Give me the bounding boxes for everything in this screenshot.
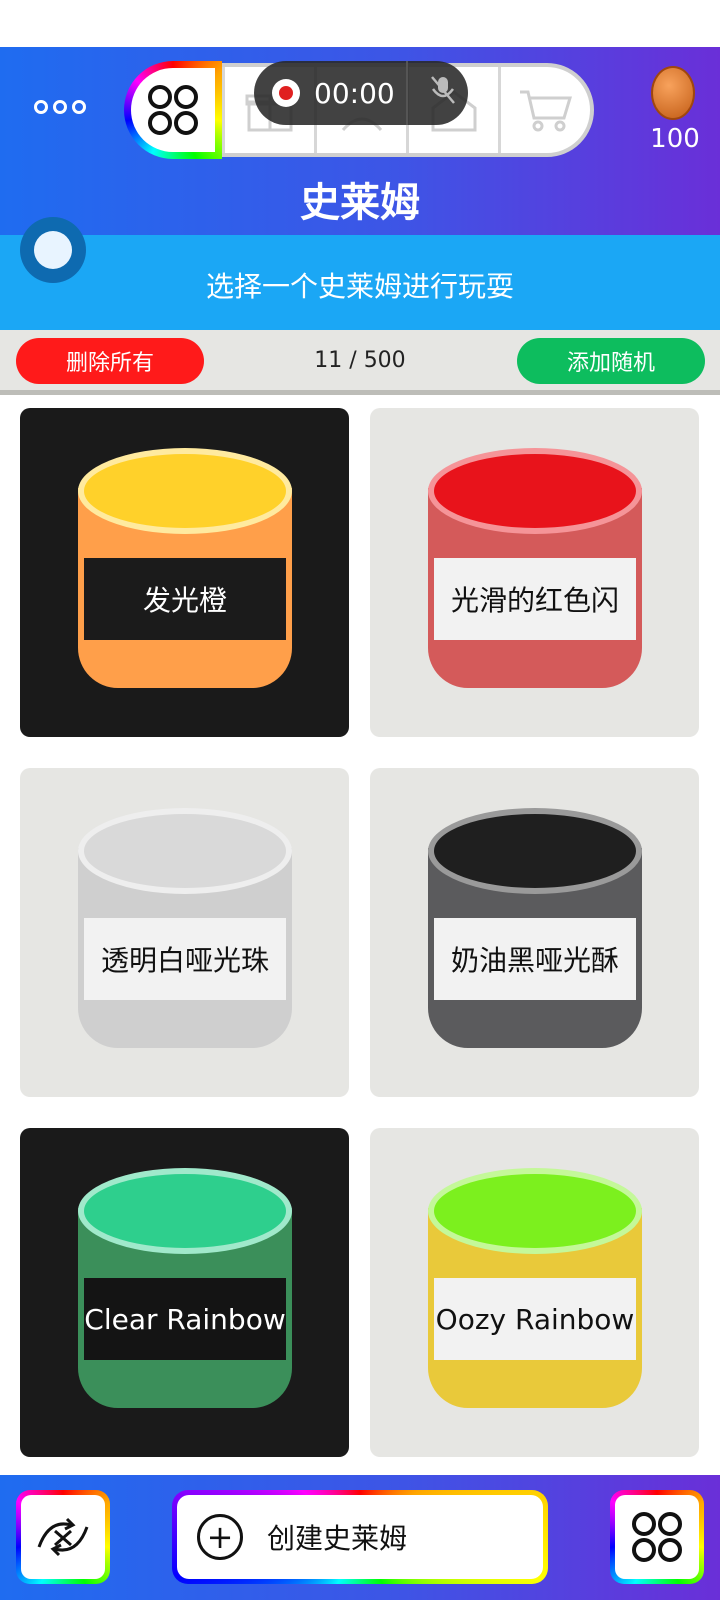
delete-all-button[interactable]: 删除所有 (16, 338, 204, 384)
slime-label: 发光橙 (84, 558, 286, 640)
page-title: 史莱姆 (300, 180, 420, 226)
slime-card[interactable]: 光滑的红色闪 (370, 408, 699, 737)
slime-jar: 发光橙 (78, 448, 292, 698)
shuffle-icon (37, 1517, 89, 1557)
coin-count: 100 (650, 124, 700, 154)
add-random-button[interactable]: 添加随机 (517, 338, 705, 384)
cart-icon (519, 90, 572, 132)
record-icon[interactable] (272, 79, 300, 107)
floating-assist-button[interactable] (20, 217, 86, 283)
status-bar (0, 0, 720, 47)
grid-menu-button[interactable] (610, 1490, 704, 1584)
slime-card[interactable]: 发光橙 (20, 408, 349, 737)
slime-counter: 11 / 500 (314, 348, 406, 373)
jar-top (428, 808, 642, 894)
more-icon[interactable] (34, 100, 86, 114)
page-subtitle: 选择一个史莱姆进行玩耍 (205, 270, 514, 303)
jar-top (428, 1168, 642, 1254)
plus-icon: + (197, 1514, 243, 1560)
slime-label: 奶油黑哑光酥 (434, 918, 636, 1000)
tab-grid-active[interactable] (131, 68, 215, 152)
record-time: 00:00 (314, 76, 395, 110)
grid-icon (148, 85, 198, 135)
jar-top (78, 1168, 292, 1254)
create-slime-button[interactable]: + 创建史莱姆 (172, 1490, 548, 1584)
slime-label: 光滑的红色闪 (434, 558, 636, 640)
slime-card[interactable]: Oozy Rainbow (370, 1128, 699, 1457)
slime-card[interactable]: Clear Rainbow (20, 1128, 349, 1457)
screen-recorder[interactable]: 00:00 (254, 61, 468, 125)
mic-off-icon[interactable] (430, 75, 456, 111)
grid-icon (632, 1512, 682, 1562)
slime-jar: Clear Rainbow (78, 1168, 292, 1418)
slime-jar: 透明白哑光珠 (78, 808, 292, 1058)
jar-top (428, 448, 642, 534)
slime-jar: 奶油黑哑光酥 (428, 808, 642, 1058)
jar-top (78, 808, 292, 894)
randomize-button[interactable] (16, 1490, 110, 1584)
slime-jar: 光滑的红色闪 (428, 448, 642, 698)
slime-card[interactable]: 透明白哑光珠 (20, 768, 349, 1097)
slime-card[interactable]: 奶油黑哑光酥 (370, 768, 699, 1097)
tab-shop[interactable] (501, 67, 590, 153)
coin-icon (651, 66, 695, 120)
slime-label: Oozy Rainbow (434, 1278, 636, 1360)
slime-label: Clear Rainbow (84, 1278, 286, 1360)
slime-jar: Oozy Rainbow (428, 1168, 642, 1418)
jar-top (78, 448, 292, 534)
create-slime-label: 创建史莱姆 (267, 1522, 408, 1555)
slime-label: 透明白哑光珠 (84, 918, 286, 1000)
